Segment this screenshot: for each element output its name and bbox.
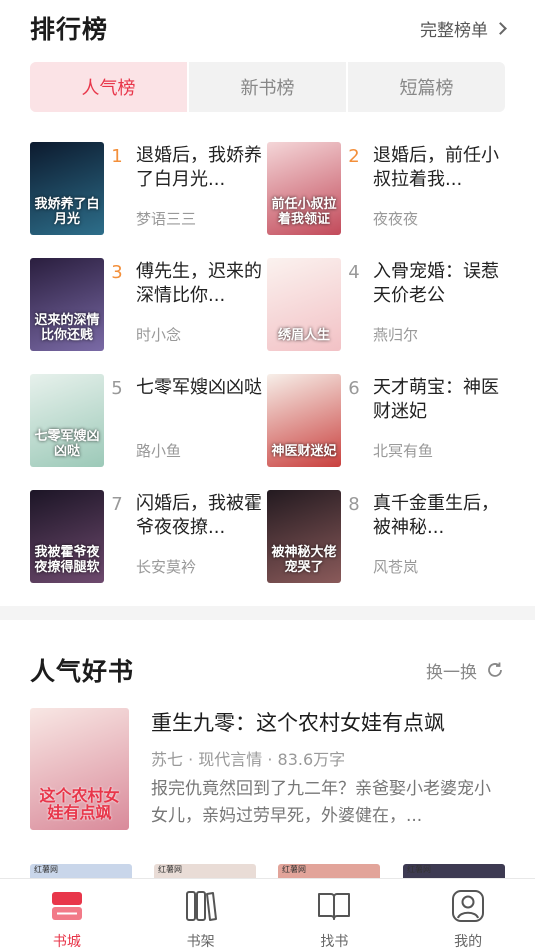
nav-bookstore-label: 书城 xyxy=(52,934,81,950)
nav-bookstore[interactable]: 书城 xyxy=(0,879,134,951)
book-cover-peek[interactable]: 红薯网 xyxy=(403,864,505,878)
ranking-item[interactable]: 我被霍爷夜夜撩得腿软 7 闪婚后，我被霍爷夜夜撩... 长安莫衿 xyxy=(30,490,267,583)
book-author: 长安莫衿 xyxy=(136,558,197,576)
full-list-label: 完整榜单 xyxy=(420,20,488,41)
ranking-item[interactable]: 七零军嫂凶凶哒 5 七零军嫂凶凶哒 路小鱼 xyxy=(30,374,267,467)
nav-bookshelf-label: 书架 xyxy=(186,934,215,950)
book-author: 风苍岚 xyxy=(373,558,419,576)
book-title: 入骨宠婚：误惹天价老公 xyxy=(373,261,499,306)
full-list-link[interactable]: 完整榜单 xyxy=(420,16,507,41)
ranking-title: 排行榜 xyxy=(30,15,109,44)
rank-number: 3 xyxy=(111,262,123,283)
ranking-item[interactable]: 前任小叔拉着我领证 2 退婚后，前任小叔拉着我... 夜夜夜 xyxy=(267,142,505,235)
book-cover: 我被霍爷夜夜撩得腿软 xyxy=(30,490,104,583)
book-cover: 我娇养了白月光 xyxy=(30,142,104,235)
book-cover-text: 绣眉人生 xyxy=(277,327,330,343)
user-icon xyxy=(452,890,485,922)
book-title: 闪婚后，我被霍爷夜夜撩... xyxy=(136,493,262,538)
book-cover-peek[interactable]: 红薯网 xyxy=(30,864,132,878)
book-author: 北冥有鱼 xyxy=(373,442,434,460)
bottom-nav: 书城 书架 找书 我的 xyxy=(0,878,535,951)
book-cover: 迟来的深情比你还贱 xyxy=(30,258,104,351)
section-divider xyxy=(0,606,535,620)
book-cover: 前任小叔拉着我领证 xyxy=(267,142,341,235)
nav-find-books-label: 找书 xyxy=(320,934,349,950)
popular-header: 人气好书 换一换 xyxy=(30,650,505,690)
book-author: 路小鱼 xyxy=(136,442,182,460)
rank-number: 5 xyxy=(111,378,123,399)
book-cover-peek[interactable]: 红薯网 xyxy=(278,864,380,878)
tab-short-stories[interactable]: 短篇榜 xyxy=(348,62,505,112)
book-cover-text: 迟来的深情比你还贱 xyxy=(34,313,100,343)
book-cover: 绣眉人生 xyxy=(267,258,341,351)
rank-number: 6 xyxy=(348,378,360,399)
book-cover: 七零军嫂凶凶哒 xyxy=(30,374,104,467)
ranking-tabs: 人气榜 新书榜 短篇榜 xyxy=(30,62,505,112)
rank-number: 4 xyxy=(348,262,360,283)
book-author: 燕归尔 xyxy=(373,326,419,344)
ranking-item[interactable]: 神医财迷妃 6 天才萌宝：神医财迷妃北冥有鱼 xyxy=(267,374,505,467)
featured-book-description: 报完仇竟然回到了九二年？亲爸娶小老婆宠小女儿，亲妈过劳早死，外婆健在，... xyxy=(151,779,491,826)
book-cover: 神医财迷妃 xyxy=(267,374,341,467)
rank-number: 8 xyxy=(348,494,360,515)
nav-profile[interactable]: 我的 xyxy=(401,879,535,951)
book-cover-peek[interactable]: 红薯网 xyxy=(154,864,256,878)
ranking-item[interactable]: 迟来的深情比你还贱 3 傅先生，迟来的深情比你... 时小念 xyxy=(30,258,267,351)
book-title: 退婚后，我娇养了白月光... xyxy=(136,145,262,190)
book-cover-text: 我被霍爷夜夜撩得腿软 xyxy=(34,545,100,575)
featured-book-meta: 苏七 · 现代言情 · 83.6万字 xyxy=(151,750,346,769)
book-author: 时小念 xyxy=(136,326,182,344)
ranking-item[interactable]: 被神秘大佬宠哭了 8 真千金重生后，被神秘... 风苍岚 xyxy=(267,490,505,583)
nav-profile-label: 我的 xyxy=(454,934,483,950)
rank-number: 1 xyxy=(111,146,123,167)
book-cover: 被神秘大佬宠哭了 xyxy=(267,490,341,583)
brand-label: 红薯网 xyxy=(407,865,431,874)
featured-cover-text: 这个农村女娃有点飒 xyxy=(39,785,120,823)
featured-book-title: 重生九零：这个农村女娃有点飒 xyxy=(151,711,445,735)
book-title: 退婚后，前任小叔拉着我... xyxy=(373,145,499,190)
ranking-list: 我娇养了白月光 1 退婚后，我娇养了白月光... 梦语三三 前任小叔拉着我领证 2 退婚后，… xyxy=(30,142,505,583)
book-cover-text: 被神秘大佬宠哭了 xyxy=(271,545,337,575)
ranking-item[interactable]: 我娇养了白月光 1 退婚后，我娇养了白月光... 梦语三三 xyxy=(30,142,267,235)
book-title: 七零军嫂凶凶哒 xyxy=(136,377,262,398)
featured-book[interactable]: 这个农村女娃有点飒 重生九零：这个农村女娃有点飒 苏七 · 现代言情 · 83.… xyxy=(30,708,505,830)
bookshelf-icon xyxy=(185,891,217,921)
book-title: 天才萌宝：神医财迷妃 xyxy=(373,377,499,422)
book-author: 梦语三三 xyxy=(136,210,197,228)
brand-label: 红薯网 xyxy=(34,865,58,874)
book-title: 真千金重生后，被神秘... xyxy=(373,493,499,538)
ranking-item[interactable]: 绣眉人生 4 入骨宠婚：误惹天价老公燕归尔 xyxy=(267,258,505,351)
book-cover-text: 前任小叔拉着我领证 xyxy=(271,197,337,227)
chevron-right-icon xyxy=(494,21,507,35)
popular-title: 人气好书 xyxy=(30,657,135,686)
refresh-button[interactable]: 换一换 xyxy=(426,658,505,683)
book-cover-text: 神医财迷妃 xyxy=(271,443,337,459)
brand-label: 红薯网 xyxy=(158,865,182,874)
refresh-icon xyxy=(488,662,502,677)
brand-label: 红薯网 xyxy=(282,865,306,874)
refresh-label: 换一换 xyxy=(426,662,477,683)
tab-new-books[interactable]: 新书榜 xyxy=(189,62,348,112)
open-book-icon xyxy=(318,893,351,920)
nav-find-books[interactable]: 找书 xyxy=(268,879,402,951)
ranking-header: 排行榜 完整榜单 xyxy=(30,10,507,46)
rank-number: 2 xyxy=(348,146,360,167)
featured-book-cover: 这个农村女娃有点飒 xyxy=(30,708,129,830)
tab-popular[interactable]: 人气榜 xyxy=(30,62,189,112)
book-title: 傅先生，迟来的深情比你... xyxy=(136,261,262,306)
book-cover-text: 七零军嫂凶凶哒 xyxy=(34,429,100,459)
book-author: 夜夜夜 xyxy=(373,210,419,228)
rank-number: 7 xyxy=(111,494,123,515)
nav-bookshelf[interactable]: 书架 xyxy=(134,879,268,951)
book-cover-text: 我娇养了白月光 xyxy=(34,197,100,227)
bookstore-icon xyxy=(51,892,82,920)
